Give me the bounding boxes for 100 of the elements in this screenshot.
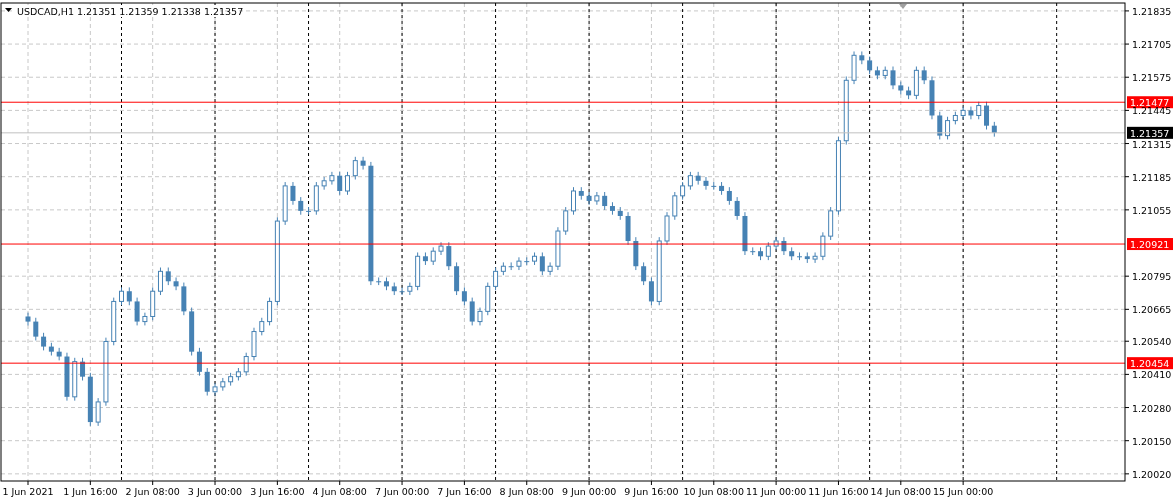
axis-label: 7 Jun 00:00 bbox=[374, 486, 430, 497]
axis-label: 1.20020 bbox=[1132, 468, 1172, 480]
candlestick bbox=[898, 81, 904, 95]
candlestick bbox=[882, 66, 888, 80]
axis-label: 1.20280 bbox=[1132, 402, 1172, 414]
candlestick bbox=[220, 377, 226, 392]
axis-label: 9 Jun 16:00 bbox=[624, 486, 679, 497]
candlestick bbox=[399, 286, 405, 296]
axis-label: 1.21185 bbox=[1132, 171, 1172, 183]
candlestick bbox=[563, 206, 569, 236]
candlestick bbox=[150, 286, 156, 321]
price-tag: 1.20921 bbox=[1127, 238, 1173, 251]
candlestick bbox=[991, 121, 997, 138]
candlestick bbox=[656, 236, 662, 306]
candlestick bbox=[625, 211, 631, 246]
price-line[interactable] bbox=[0, 101, 1126, 103]
candlestick bbox=[212, 382, 218, 397]
dropdown-icon[interactable] bbox=[5, 8, 12, 12]
candlestick bbox=[578, 186, 584, 201]
candlestick bbox=[95, 397, 101, 427]
axis-label: 1.20665 bbox=[1132, 304, 1172, 316]
candlestick bbox=[165, 267, 171, 286]
candlestick bbox=[72, 357, 78, 402]
axis-label: 4 Jun 08:00 bbox=[312, 486, 367, 497]
candlestick bbox=[703, 176, 709, 191]
candlestick bbox=[485, 282, 491, 316]
candlestick bbox=[968, 106, 974, 120]
axis-label: 1.21055 bbox=[1132, 204, 1172, 216]
axis-label: 1.21575 bbox=[1132, 72, 1172, 84]
candlestick bbox=[586, 191, 592, 206]
axis-label: 11 Jun 00:00 bbox=[745, 486, 807, 497]
candlestick bbox=[103, 337, 109, 407]
candlestick bbox=[64, 352, 70, 402]
axis-label: 1.21705 bbox=[1132, 39, 1172, 51]
candlestick bbox=[142, 312, 148, 326]
candlestick bbox=[781, 236, 787, 256]
candlestick bbox=[594, 191, 600, 206]
candlestick bbox=[890, 66, 896, 90]
candlestick bbox=[524, 256, 530, 266]
shift-marker-icon[interactable] bbox=[899, 4, 907, 9]
candlestick bbox=[664, 211, 670, 246]
candlestick bbox=[181, 282, 187, 316]
candlestick bbox=[820, 231, 826, 261]
candlestick bbox=[851, 50, 857, 85]
candlestick bbox=[711, 181, 717, 191]
axis-label: 1 Jun 16:00 bbox=[63, 486, 118, 497]
candlestick bbox=[337, 171, 343, 196]
candlestick bbox=[859, 50, 865, 65]
candlestick bbox=[960, 106, 966, 120]
candlestick bbox=[204, 367, 210, 397]
axis-label: 3 Jun 00:00 bbox=[187, 486, 243, 497]
candlestick bbox=[547, 261, 553, 276]
candlestick bbox=[571, 186, 576, 216]
candlestick bbox=[812, 251, 818, 264]
candlestick bbox=[469, 297, 475, 326]
axis-label: 1 Jun 2021 bbox=[2, 486, 54, 497]
candlestick bbox=[407, 282, 413, 296]
candlestick bbox=[976, 101, 982, 120]
candlestick bbox=[298, 196, 304, 216]
candlestick bbox=[734, 196, 740, 221]
candlestick bbox=[789, 246, 795, 261]
candlestick bbox=[360, 156, 366, 171]
candlestick bbox=[477, 307, 483, 326]
candlestick bbox=[282, 181, 288, 226]
candlestick bbox=[25, 312, 31, 326]
candlestick bbox=[173, 276, 179, 291]
axis-label: 9 Jun 00:00 bbox=[561, 486, 617, 497]
candlestick bbox=[672, 191, 678, 221]
candlestick bbox=[290, 181, 296, 206]
axis-label: 14 Jun 08:00 bbox=[870, 486, 931, 497]
candlestick bbox=[321, 176, 327, 191]
price-line[interactable] bbox=[0, 243, 1126, 245]
candlestick bbox=[804, 251, 810, 264]
axis-label: 11 Jun 16:00 bbox=[808, 486, 869, 497]
price-line[interactable] bbox=[0, 132, 1126, 134]
candlestick bbox=[345, 171, 350, 196]
candlestick bbox=[391, 282, 397, 296]
axis-label: 3 Jun 16:00 bbox=[250, 486, 305, 497]
candlestick bbox=[508, 261, 514, 271]
axis-label: 1.20795 bbox=[1132, 271, 1172, 283]
axis-label: 2 Jun 08:00 bbox=[125, 486, 180, 497]
candlestick bbox=[742, 211, 748, 256]
axis-label: 8 Jun 08:00 bbox=[499, 486, 554, 497]
candlestick bbox=[929, 75, 935, 120]
candlestick bbox=[119, 286, 124, 306]
candlestick bbox=[695, 171, 701, 186]
axis-label: 7 Jun 16:00 bbox=[437, 486, 492, 497]
price-line[interactable] bbox=[0, 362, 1126, 364]
candlestick bbox=[158, 267, 163, 296]
candlestick bbox=[134, 297, 140, 326]
axis-label: 1.20150 bbox=[1132, 435, 1172, 447]
candlestick bbox=[243, 352, 249, 377]
candlestick bbox=[56, 347, 62, 361]
candlestick bbox=[921, 66, 927, 85]
candlestick bbox=[937, 111, 943, 140]
candlestick bbox=[446, 241, 452, 271]
candlestick bbox=[633, 236, 639, 271]
candlestick bbox=[111, 297, 117, 346]
candlestick bbox=[555, 226, 561, 271]
candlestick bbox=[843, 75, 849, 146]
